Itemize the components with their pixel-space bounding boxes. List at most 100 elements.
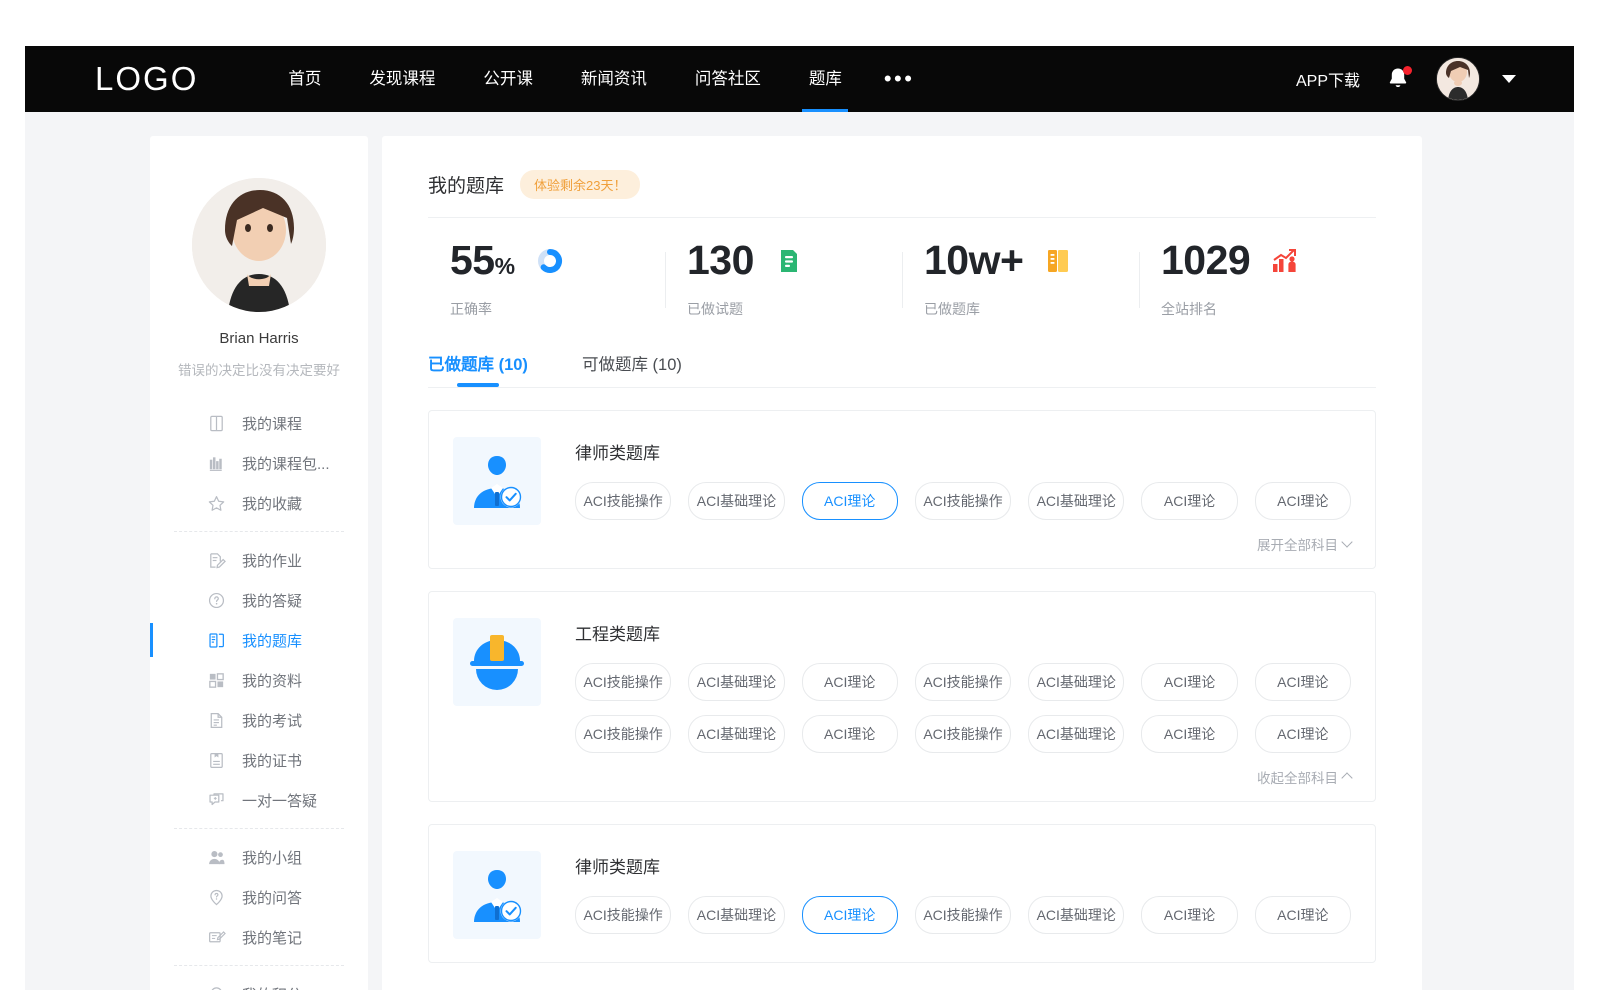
sidebar-item-3[interactable]: 我的收藏 [150, 483, 368, 523]
book-orange-icon [1046, 248, 1070, 274]
sidebar-item-label: 我的证书 [242, 750, 302, 771]
bank-card-body: 律师类题库 ACI技能操作 ACI基础理论 ACI理论 ACI技能操作 ACI基础理论 AC… [575, 437, 1351, 554]
toggle-subjects-link[interactable]: 收起全部科目 [575, 767, 1351, 787]
question-bank-card[interactable]: 律师类题库 ACI技能操作 ACI基础理论 ACI理论 ACI技能操作 ACI基础理论 AC… [428, 824, 1376, 963]
subject-tag[interactable]: ACI技能操作 [915, 663, 1011, 701]
subject-tag[interactable]: ACI理论 [1141, 896, 1237, 934]
sidebar-item-2[interactable]: 我的课程包... [150, 443, 368, 483]
sidebar-item-14[interactable]: 我的问答 [150, 877, 368, 917]
subject-tag[interactable]: ACI理论 [1255, 896, 1351, 934]
subject-tag[interactable]: ACI理论 [802, 896, 898, 934]
question-bank-card[interactable]: 律师类题库 ACI技能操作 ACI基础理论 ACI理论 ACI技能操作 ACI基础理论 AC… [428, 410, 1376, 569]
subject-tag[interactable]: ACI理论 [1255, 715, 1351, 753]
exam-paper-icon [207, 711, 226, 730]
subject-tag[interactable]: ACI理论 [1255, 663, 1351, 701]
nav-item-3[interactable]: 公开课 [459, 46, 557, 112]
sidebar-item-7[interactable]: 我的题库 [150, 620, 368, 660]
rank-chart-icon [1272, 249, 1298, 273]
nav-item-4[interactable]: 新闻资讯 [557, 46, 671, 112]
page-body: Brian Harris 错误的决定比没有决定要好 我的课程我的课程包...我的… [25, 112, 1574, 990]
sidebar-item-label: 我的小组 [242, 847, 302, 868]
subject-tag[interactable]: ACI技能操作 [915, 482, 1011, 520]
files-icon [207, 671, 226, 690]
subject-tag[interactable]: ACI技能操作 [915, 896, 1011, 934]
account-chevron-down-icon[interactable] [1502, 75, 1516, 83]
site-logo[interactable]: LOGO [95, 60, 198, 98]
sidebar-separator [174, 828, 344, 829]
subject-tag[interactable]: ACI基础理论 [688, 715, 784, 753]
nav-item-6[interactable]: 题库 [785, 46, 866, 112]
stat-value-row: 1029 [1161, 240, 1376, 281]
bank-title: 律师类题库 [575, 439, 1351, 464]
subject-tag[interactable]: ACI基础理论 [688, 482, 784, 520]
subject-tag[interactable]: ACI基础理论 [688, 896, 784, 934]
subject-tag[interactable]: ACI理论 [802, 663, 898, 701]
sidebar-item-9[interactable]: 我的考试 [150, 700, 368, 740]
files-icon [206, 670, 226, 690]
subject-tag[interactable]: ACI基础理论 [1028, 663, 1124, 701]
stat-card-4: 1029全站排名 [1139, 240, 1376, 319]
sidebar-item-5[interactable]: 我的作业 [150, 540, 368, 580]
notification-badge-dot [1403, 66, 1412, 75]
subject-tag[interactable]: ACI理论 [802, 482, 898, 520]
sidebar-item-label: 我的问答 [242, 887, 302, 908]
subject-tag[interactable]: ACI理论 [1255, 482, 1351, 520]
toggle-subjects-label: 收起全部科目 [1257, 767, 1338, 787]
nav-item-1[interactable]: 首页 [264, 46, 345, 112]
chat-bubble-icon [207, 791, 226, 810]
subject-tag[interactable]: ACI技能操作 [575, 896, 671, 934]
bank-thumbnail [453, 618, 541, 706]
notification-bell-button[interactable] [1386, 66, 1410, 92]
profile-avatar[interactable] [192, 178, 326, 312]
sidebar-item-label: 我的收藏 [242, 493, 302, 514]
app-download-link[interactable]: APP下载 [1296, 67, 1360, 91]
subject-tag[interactable]: ACI理论 [1141, 482, 1237, 520]
bank-thumbnail [453, 437, 541, 525]
chat-bubble-icon [206, 790, 226, 810]
sidebar-item-1[interactable]: 我的课程 [150, 403, 368, 443]
tabs-divider [428, 387, 1376, 388]
subject-tag[interactable]: ACI技能操作 [575, 715, 671, 753]
sidebar-item-label: 我的考试 [242, 710, 302, 731]
subject-tag[interactable]: ACI基础理论 [1028, 482, 1124, 520]
sidebar-item-15[interactable]: 我的笔记 [150, 917, 368, 957]
sidebar-item-17[interactable]: 我的积分 [150, 974, 368, 990]
nav-more-icon[interactable]: ••• [866, 46, 933, 112]
subject-tag-rows: ACI技能操作 ACI基础理论 ACI理论 ACI技能操作 ACI基础理论 ACI理论 AC… [575, 663, 1351, 753]
nav-item-5[interactable]: 问答社区 [671, 46, 785, 112]
group-icon [207, 848, 226, 867]
subject-tag[interactable]: ACI技能操作 [575, 482, 671, 520]
page-root: LOGO 首页发现课程公开课新闻资讯问答社区题库 ••• APP下载 [25, 0, 1574, 990]
subject-tag[interactable]: ACI理论 [1141, 715, 1237, 753]
chevron-down-icon [1341, 536, 1352, 547]
toggle-subjects-link[interactable]: 展开全部科目 [575, 534, 1351, 554]
bank-title: 律师类题库 [575, 853, 1351, 878]
bookshelf-icon [207, 454, 226, 473]
subject-tag[interactable]: ACI基础理论 [1028, 715, 1124, 753]
stat-value: 130 [687, 240, 754, 281]
subject-tag[interactable]: ACI基础理论 [688, 663, 784, 701]
bank-title: 工程类题库 [575, 620, 1351, 645]
nav-item-2[interactable]: 发现课程 [345, 46, 459, 112]
lawyer-avatar-icon [464, 862, 530, 928]
subject-tag[interactable]: ACI技能操作 [575, 663, 671, 701]
sidebar-item-10[interactable]: 我的证书 [150, 740, 368, 780]
sidebar-item-label: 我的答疑 [242, 590, 302, 611]
subject-tag[interactable]: ACI基础理论 [1028, 896, 1124, 934]
sidebar-item-11[interactable]: 一对一答疑 [150, 780, 368, 820]
stat-number: 55 [450, 237, 495, 283]
question-bank-card[interactable]: 工程类题库ACI技能操作ACI基础理论ACI理论ACI技能操作ACI基础理论AC… [428, 591, 1376, 802]
subject-tag-row: ACI技能操作 ACI基础理论 ACI理论 ACI技能操作 ACI基础理论 ACI理论 AC… [575, 715, 1351, 753]
tab-1[interactable]: 已做题库 (10) [428, 351, 528, 387]
main-panel: 我的题库 体验剩余23天！ 55%正确率130已做试题10w+已做题库1029全… [382, 136, 1422, 990]
sidebar-item-6[interactable]: 我的答疑 [150, 580, 368, 620]
subject-tag[interactable]: ACI技能操作 [915, 715, 1011, 753]
subject-tag[interactable]: ACI理论 [802, 715, 898, 753]
tab-2[interactable]: 可做题库 (10) [582, 351, 682, 387]
sidebar-item-8[interactable]: 我的资料 [150, 660, 368, 700]
subject-tag[interactable]: ACI理论 [1141, 663, 1237, 701]
sidebar-item-13[interactable]: 我的小组 [150, 837, 368, 877]
question-circle-icon [207, 591, 226, 610]
avatar[interactable] [1436, 57, 1480, 101]
trial-status-badge: 体验剩余23天！ [520, 170, 640, 199]
